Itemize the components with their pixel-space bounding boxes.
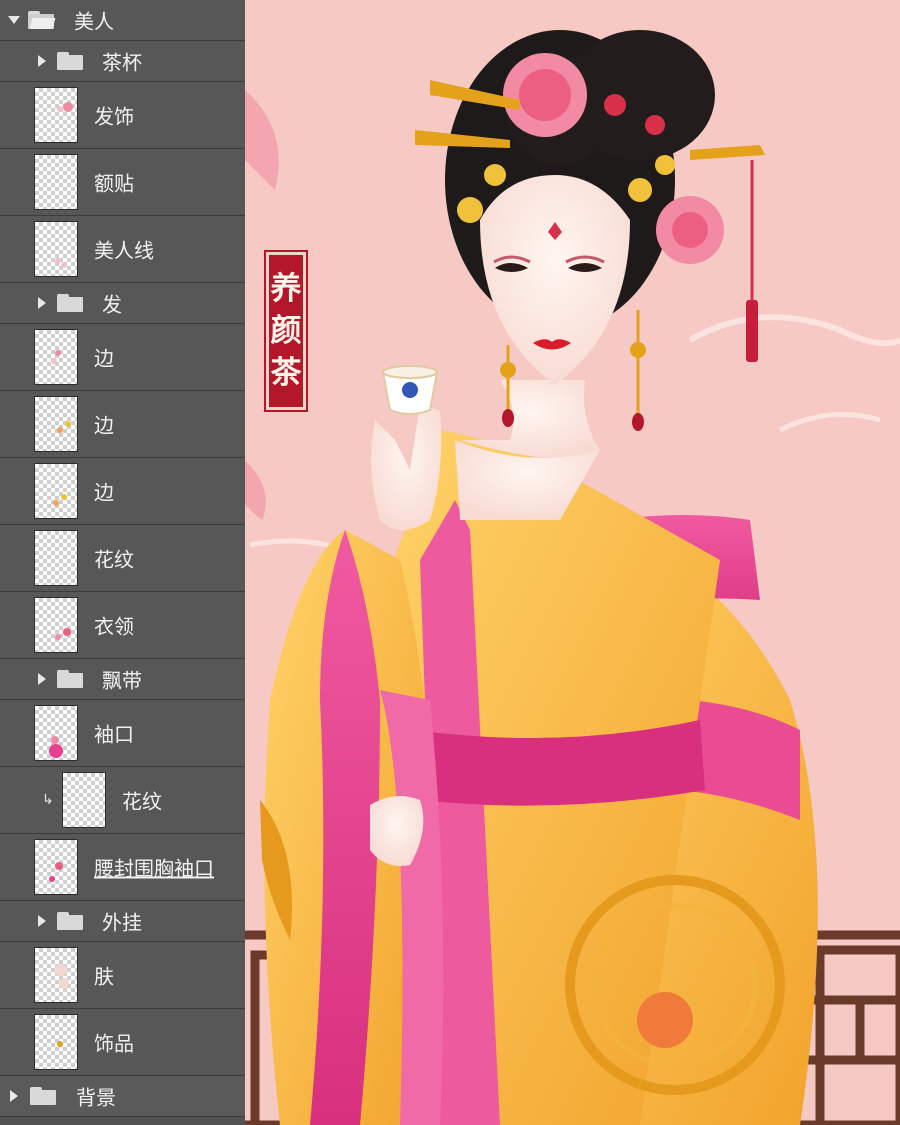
layer-group-row[interactable]: 飘带 [0, 659, 245, 700]
layer-thumbnail[interactable] [34, 463, 78, 519]
illustration [245, 0, 900, 1125]
layer-row[interactable]: 边 [0, 391, 245, 458]
layer-thumbnail[interactable] [34, 530, 78, 586]
layer-row[interactable]: 边 [0, 324, 245, 391]
layers-panel: 美人 茶杯 发饰 额贴 美人线发边边边花纹 衣领 飘带 袖口 ↳ 花纹 腰封围胸袖口 外挂肤饰品 背… [0, 0, 246, 1125]
layer-label: 花纹 [122, 789, 162, 814]
layer-group-row[interactable]: 茶杯 [0, 41, 245, 82]
layer-row[interactable]: 衣领 [0, 592, 245, 659]
layer-group-label: 背景 [76, 1085, 116, 1110]
layer-label: 发饰 [94, 104, 134, 129]
seal-char: 颜 [270, 313, 302, 349]
peony-motif [637, 992, 693, 1048]
layer-label: 边 [94, 346, 114, 371]
seal-char: 养 [270, 271, 302, 307]
layer-label: 边 [94, 480, 114, 505]
expand-arrow-icon[interactable] [38, 673, 46, 685]
layer-label: 外挂 [102, 910, 142, 935]
layer-thumbnail[interactable] [34, 1014, 78, 1070]
layer-thumbnail[interactable] [34, 221, 78, 277]
layer-group-row[interactable]: 发 [0, 283, 245, 324]
layer-group-label: 美人 [74, 9, 114, 34]
folder-icon [57, 294, 83, 312]
layer-thumbnail[interactable] [34, 329, 78, 385]
layer-thumbnail[interactable] [62, 772, 106, 828]
layer-thumbnail[interactable] [34, 839, 78, 895]
layer-label: 饰品 [94, 1031, 134, 1056]
folder-icon [57, 52, 83, 70]
teacup [381, 365, 439, 415]
layer-row[interactable]: 袖口 [0, 700, 245, 767]
layer-row[interactable]: 腰封围胸袖口 [0, 834, 245, 901]
clipping-mask-icon: ↳ [42, 792, 54, 808]
layer-label: 袖口 [94, 722, 134, 747]
layer-label: 发 [102, 292, 122, 317]
layer-label: 腰封围胸袖口 [94, 856, 214, 881]
tea-seal-stamp: 养 颜 茶 [264, 250, 308, 412]
layer-row[interactable]: 边 [0, 458, 245, 525]
expand-arrow-icon[interactable] [8, 16, 20, 24]
folder-icon [57, 912, 83, 930]
layer-row[interactable]: 美人线 [0, 216, 245, 283]
layer-thumbnail[interactable] [34, 597, 78, 653]
layer-row[interactable]: 发饰 [0, 82, 245, 149]
seal-char: 茶 [270, 355, 302, 391]
layer-label: 衣领 [94, 614, 134, 639]
expand-arrow-icon[interactable] [38, 55, 46, 67]
layer-group-row[interactable]: 外挂 [0, 901, 245, 942]
layer-thumbnail[interactable] [34, 154, 78, 210]
layer-thumbnail[interactable] [34, 396, 78, 452]
layer-label: 额贴 [94, 171, 134, 196]
layer-label: 茶杯 [102, 50, 142, 75]
layer-thumbnail[interactable] [34, 947, 78, 1003]
layer-label: 边 [94, 413, 114, 438]
folder-icon [30, 1087, 56, 1105]
folder-open-icon [28, 11, 56, 29]
layer-thumbnail[interactable] [34, 87, 78, 143]
artwork-canvas: 养 颜 茶 [245, 0, 900, 1125]
expand-arrow-icon[interactable] [38, 915, 46, 927]
collapse-arrow-icon[interactable] [10, 1090, 18, 1102]
layer-group-meiren[interactable]: 美人 [0, 0, 245, 41]
expand-arrow-icon[interactable] [38, 297, 46, 309]
layer-label: 花纹 [94, 547, 134, 572]
layer-label: 肤 [94, 964, 114, 989]
layer-row[interactable]: 肤 [0, 942, 245, 1009]
layer-label: 美人线 [94, 238, 154, 263]
layer-row[interactable]: 饰品 [0, 1009, 245, 1076]
layer-row[interactable]: 额贴 [0, 149, 245, 216]
layer-row[interactable]: ↳ 花纹 [0, 767, 245, 834]
layer-group-background[interactable]: 背景 [0, 1076, 245, 1117]
layer-label: 飘带 [102, 668, 142, 693]
layer-thumbnail[interactable] [34, 705, 78, 761]
folder-icon [57, 670, 83, 688]
layer-row[interactable]: 花纹 [0, 525, 245, 592]
